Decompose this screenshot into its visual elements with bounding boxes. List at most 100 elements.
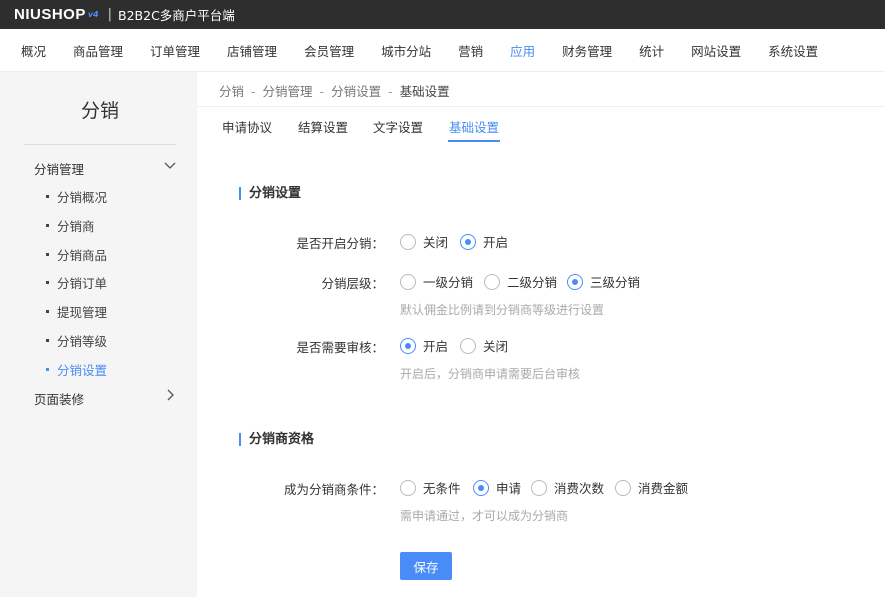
sidebar-item-distribution-goods[interactable]: 分销商品 — [46, 245, 107, 264]
radio-circle-icon — [400, 479, 416, 496]
nav-item-apps[interactable]: 应用 — [510, 41, 535, 60]
tab-text-settings[interactable]: 文字设置 — [373, 117, 423, 136]
radio-label: 关闭 — [423, 235, 449, 250]
nav-item-overview[interactable]: 概况 — [21, 41, 46, 60]
radio-circle-icon — [615, 479, 631, 496]
radio-circle-checked-icon — [473, 479, 489, 496]
sidebar-item-label: 分销商 — [57, 219, 95, 234]
bullet-icon — [46, 224, 49, 227]
label-distribution-level: 分销层级： — [321, 276, 384, 291]
sidebar-group-page-decoration[interactable]: 页面装修 — [34, 389, 174, 408]
radio-enable-on[interactable]: 开启 — [460, 232, 508, 251]
breadcrumb-item[interactable]: 分销设置 — [331, 84, 381, 99]
radio-circle-icon — [400, 273, 416, 290]
radio-label: 开启 — [483, 235, 509, 250]
radio-condition-none[interactable]: 无条件 — [400, 478, 461, 497]
radio-label: 开启 — [423, 339, 449, 354]
sidebar: 分销 分销管理 分销概况 分销商 分销商品 分销订单 提现管理 分销等级 分销设… — [0, 72, 197, 597]
nav-item-city-stations[interactable]: 城市分站 — [381, 41, 431, 60]
sidebar-item-label: 分销订单 — [57, 276, 108, 291]
section-title-distributor-qualification: 分销商资格 — [239, 433, 314, 446]
sidebar-item-distribution-levels[interactable]: 分销等级 — [46, 331, 107, 350]
radio-audit-on[interactable]: 开启 — [400, 336, 448, 355]
sidebar-title: 分销 — [24, 96, 176, 145]
radio-circle-icon — [531, 479, 547, 496]
radio-circle-icon — [460, 337, 476, 354]
sidebar-item-label: 提现管理 — [57, 305, 108, 320]
sidebar-item-distributors[interactable]: 分销商 — [46, 216, 95, 235]
breadcrumb-current: 基础设置 — [399, 84, 450, 99]
bullet-icon — [46, 339, 49, 342]
sidebar-item-distribution-overview[interactable]: 分销概况 — [46, 187, 107, 206]
bullet-icon — [46, 368, 49, 371]
breadcrumb-item[interactable]: 分销管理 — [263, 84, 313, 99]
nav-item-goods[interactable]: 商品管理 — [73, 41, 123, 60]
breadcrumb: 分销 - 分销管理 - 分销设置 - 基础设置 — [219, 81, 450, 100]
nav-item-shops[interactable]: 店铺管理 — [227, 41, 277, 60]
hint-condition: 需申请通过，才可以成为分销商 — [400, 509, 569, 523]
radio-label: 无条件 — [423, 481, 461, 496]
radio-enable-off[interactable]: 关闭 — [400, 232, 448, 251]
radio-circle-icon — [400, 233, 416, 250]
main-nav: 概况 商品管理 订单管理 店铺管理 会员管理 城市分站 营销 应用 财务管理 统… — [0, 29, 885, 72]
radio-label: 三级分销 — [590, 275, 641, 290]
label-enable-distribution: 是否开启分销： — [296, 236, 384, 251]
radio-label: 申请 — [496, 481, 522, 496]
active-tab-indicator — [448, 140, 500, 142]
label-need-audit: 是否需要审核： — [296, 340, 384, 355]
hint-audit: 开启后，分销商申请需要后台审核 — [400, 367, 581, 381]
nav-item-orders[interactable]: 订单管理 — [150, 41, 200, 60]
sidebar-group-label: 分销管理 — [34, 162, 85, 177]
sidebar-item-withdrawals[interactable]: 提现管理 — [46, 302, 107, 321]
sidebar-title-text: 分销 — [80, 100, 119, 122]
nav-item-statistics[interactable]: 统计 — [639, 41, 664, 60]
radio-circle-checked-icon — [400, 337, 416, 354]
sidebar-item-label: 分销设置 — [57, 363, 108, 378]
sidebar-group-distribution-management[interactable]: 分销管理 — [34, 159, 176, 178]
nav-item-marketing[interactable]: 营销 — [458, 41, 483, 60]
chevron-right-icon — [164, 389, 176, 404]
sidebar-item-label: 分销概况 — [57, 190, 108, 205]
radio-condition-purchase-count[interactable]: 消费次数 — [531, 478, 604, 497]
radio-level-one[interactable]: 一级分销 — [400, 272, 473, 291]
nav-item-website-settings[interactable]: 网站设置 — [691, 41, 741, 60]
bullet-icon — [46, 281, 49, 284]
tab-basic-settings[interactable]: 基础设置 — [449, 117, 499, 136]
radio-condition-apply[interactable]: 申请 — [473, 478, 521, 497]
logo-version-tag: v4 — [87, 10, 99, 19]
sidebar-item-distribution-orders[interactable]: 分销订单 — [46, 273, 107, 292]
bullet-icon — [46, 310, 49, 313]
nav-item-finance[interactable]: 财务管理 — [562, 41, 612, 60]
radio-label: 消费次数 — [554, 481, 605, 496]
nav-item-members[interactable]: 会员管理 — [304, 41, 354, 60]
radio-level-two[interactable]: 二级分销 — [484, 272, 557, 291]
platform-name: B2B2C多商户平台端 — [118, 8, 235, 23]
label-become-distributor-condition: 成为分销商条件： — [283, 482, 384, 497]
nav-item-system-settings[interactable]: 系统设置 — [768, 41, 818, 60]
sidebar-item-distribution-settings[interactable]: 分销设置 — [46, 360, 107, 379]
hint-distribution-level: 默认佣金比例请到分销商等级进行设置 — [400, 303, 605, 317]
chevron-down-icon — [164, 159, 176, 174]
header-separator: | — [107, 7, 113, 22]
tab-application-agreement[interactable]: 申请协议 — [222, 117, 272, 136]
breadcrumb-item[interactable]: 分销 — [219, 84, 244, 99]
section-title-distribution-settings: 分销设置 — [239, 187, 301, 200]
save-button[interactable]: 保存 — [400, 552, 452, 580]
radio-condition-purchase-amount[interactable]: 消费金额 — [615, 478, 688, 497]
radio-circle-checked-icon — [460, 233, 476, 250]
radio-label: 一级分销 — [423, 275, 474, 290]
radio-circle-checked-icon — [567, 273, 583, 290]
tab-settlement-settings[interactable]: 结算设置 — [298, 117, 348, 136]
radio-audit-off[interactable]: 关闭 — [460, 336, 508, 355]
bullet-icon — [46, 253, 49, 256]
top-bar: NIUSHOP v4 | B2B2C多商户平台端 — [0, 0, 885, 29]
breadcrumb-separator: - — [388, 84, 393, 99]
sidebar-item-label: 分销商品 — [57, 248, 108, 263]
breadcrumb-separator: - — [319, 84, 325, 99]
bullet-icon — [46, 195, 49, 198]
divider — [197, 106, 885, 107]
logo[interactable]: NIUSHOP — [14, 6, 86, 23]
sidebar-item-label: 分销等级 — [57, 334, 108, 349]
radio-label: 消费金额 — [638, 481, 689, 496]
radio-level-three[interactable]: 三级分销 — [567, 272, 640, 291]
